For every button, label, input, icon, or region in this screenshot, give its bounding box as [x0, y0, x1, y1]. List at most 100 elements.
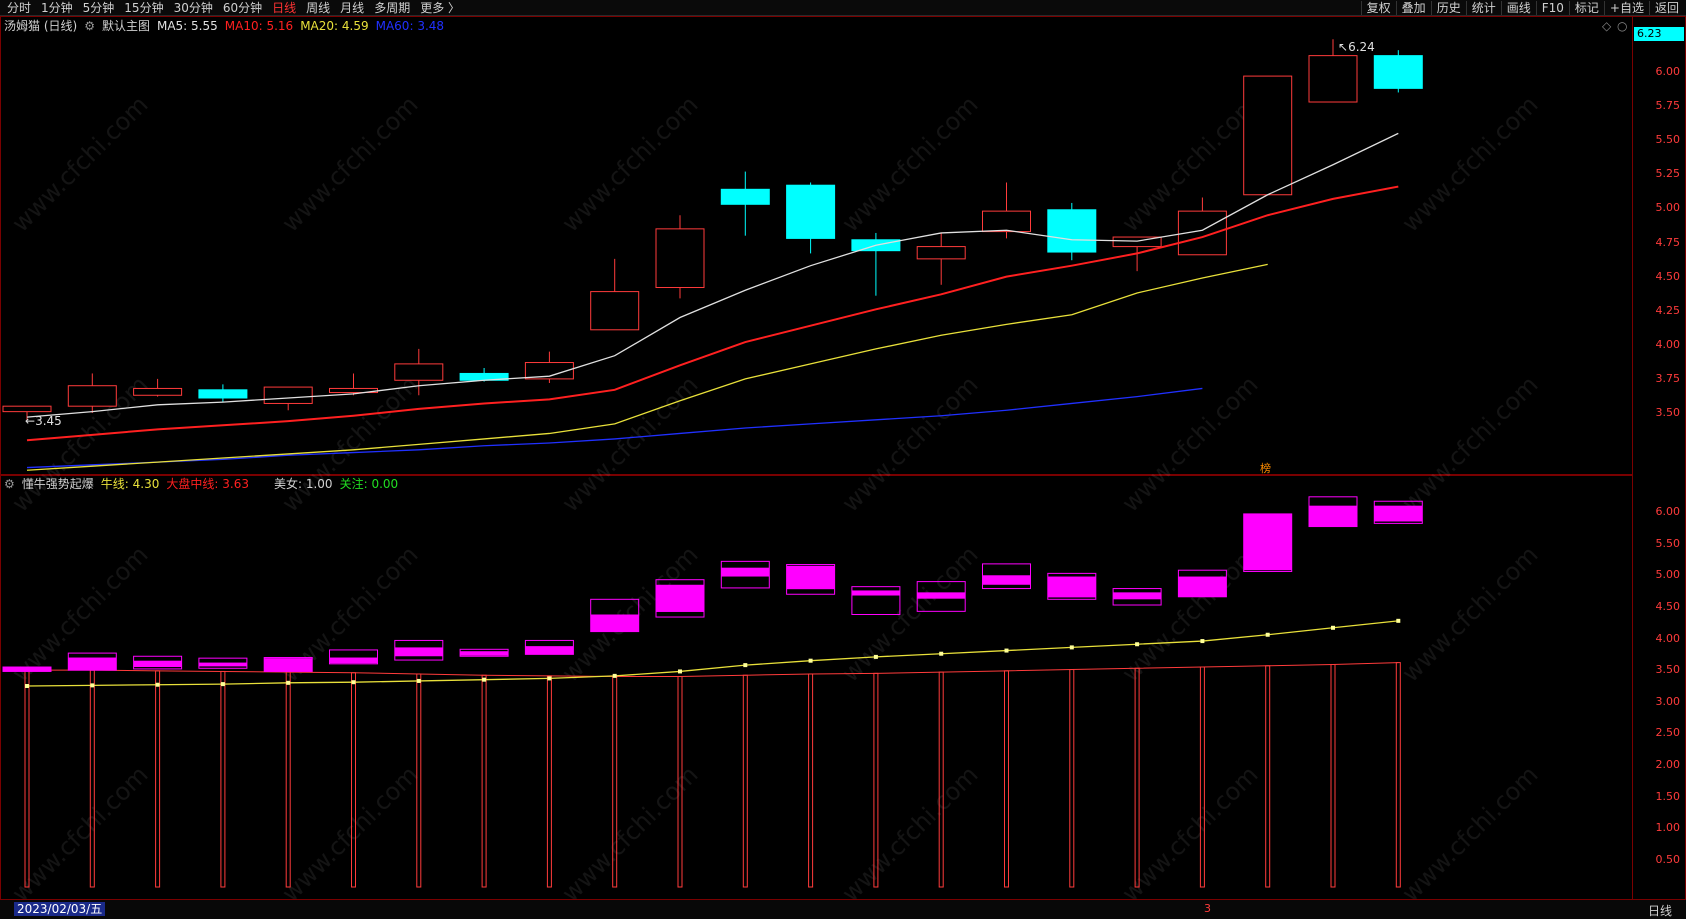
- indicator-y-tick: 0.50: [1655, 853, 1681, 866]
- indicator-red-bar: [1395, 662, 1401, 888]
- main-y-tick: 5.00: [1655, 201, 1681, 215]
- indicator-red-bar: [873, 672, 879, 888]
- niu-dot: [678, 669, 682, 674]
- time-axis-bar: 2023/02/03/五 3 日线: [0, 899, 1686, 919]
- indicator-red-bar: [24, 669, 30, 888]
- indicator-y-tick: 1.50: [1655, 789, 1681, 803]
- indicator-red-bar: [416, 673, 422, 888]
- indicator-red-bar: [1330, 663, 1336, 888]
- candle-body: [590, 291, 640, 331]
- candle-body: [133, 387, 183, 396]
- indicator-red-bar: [89, 669, 95, 888]
- ma20-line: [26, 263, 1268, 471]
- main-y-tick: 3.75: [1655, 371, 1681, 385]
- indicator-y-tick: 5.00: [1655, 568, 1681, 582]
- main-y-tick: 4.50: [1655, 269, 1681, 283]
- niu-dot: [286, 680, 291, 685]
- indicator-y-tick: 1.00: [1655, 821, 1681, 835]
- indicator-y-tick: 3.50: [1655, 663, 1681, 677]
- candle-body: [1243, 75, 1293, 196]
- main-y-tick: 5.25: [1655, 167, 1681, 181]
- indicator-box-fill: [1113, 592, 1162, 600]
- indicator-red-bar: [546, 675, 552, 888]
- main-y-tick: 5.50: [1655, 133, 1681, 147]
- indicator-red-bar: [1199, 666, 1205, 888]
- main-y-tick: 4.75: [1655, 235, 1681, 249]
- month-marker: 3: [1204, 902, 1211, 915]
- indicator-red-bar: [808, 673, 814, 888]
- indicator-y-tick: 2.00: [1655, 758, 1681, 772]
- high-marker-value: 6.24: [1348, 40, 1375, 54]
- indicator-red-bar: [1134, 667, 1140, 888]
- indicator-red-bar: [155, 670, 161, 888]
- niu-dot: [1265, 632, 1270, 637]
- back-button[interactable]: 返回: [1648, 0, 1684, 15]
- indicator-red-bar: [481, 674, 487, 888]
- niu-dot: [155, 682, 160, 687]
- indicator-box-fill: [264, 658, 313, 672]
- candle-body: [982, 210, 1031, 233]
- indicator-box-fill: [656, 584, 704, 612]
- niu-dot: [416, 678, 421, 683]
- low-marker: ←3.45: [25, 414, 62, 428]
- indicator-y-tick: 4.00: [1655, 631, 1681, 645]
- indicator-box-fill: [1243, 513, 1292, 571]
- bang-marker[interactable]: 榜: [1260, 460, 1271, 476]
- niu-dot: [351, 680, 356, 685]
- niu-dot: [1331, 625, 1335, 630]
- indicator-box-fill: [721, 567, 770, 577]
- ma5-line: [26, 132, 1399, 418]
- candle-body: [1047, 209, 1097, 253]
- niu-dot: [743, 663, 748, 668]
- candle-body: [67, 385, 117, 407]
- indicator-box-fill: [460, 651, 509, 656]
- indicator-box-fill: [917, 592, 966, 599]
- candle-body: [263, 386, 313, 404]
- indicator-box-fill: [1047, 576, 1096, 598]
- candle-body: [198, 389, 248, 399]
- niu-dot: [220, 682, 225, 687]
- indicator-red-bar: [677, 676, 683, 888]
- current-price-tag: 6.23: [1634, 27, 1684, 41]
- cursor-date: 2023/02/03/五: [14, 902, 106, 916]
- indicator-red-bar: [742, 674, 748, 888]
- indicator-box-fill: [1309, 505, 1357, 527]
- niu-dot: [1396, 618, 1401, 623]
- indicator-y-tick: 2.50: [1655, 726, 1681, 740]
- ma60-line: [26, 387, 1203, 469]
- niu-dot: [808, 658, 813, 663]
- low-marker-value: 3.45: [35, 414, 62, 428]
- indicator-red-bar: [938, 671, 944, 888]
- indicator-red-bar: [1004, 670, 1009, 888]
- indicator-red-bar: [1069, 669, 1075, 888]
- indicator-red-bar: [612, 676, 618, 888]
- niu-dot: [1004, 648, 1009, 653]
- niu-dot: [547, 676, 552, 681]
- niu-dot: [25, 684, 29, 688]
- kline-chart[interactable]: [0, 0, 1632, 899]
- niu-dot: [482, 677, 487, 682]
- main-y-tick: 4.00: [1655, 337, 1681, 351]
- indicator-red-bar: [1265, 665, 1271, 888]
- main-y-tick: 5.75: [1655, 99, 1681, 113]
- indicator-box-fill: [590, 614, 639, 632]
- indicator-box-fill: [525, 646, 574, 655]
- candle-body: [916, 246, 966, 260]
- indicator-y-tick: 6.00: [1655, 505, 1681, 518]
- candle-body: [1308, 55, 1358, 103]
- indicator-y-tick: 4.50: [1655, 599, 1681, 613]
- indicator-y-tick: 5.50: [1655, 536, 1681, 550]
- period-label[interactable]: 日线: [1648, 902, 1672, 919]
- indicator-box-fill: [1374, 505, 1423, 522]
- niu-dot: [90, 683, 95, 688]
- indicator-red-bar: [220, 670, 226, 888]
- indicator-box-fill: [68, 657, 117, 671]
- indicator-box-fill: [329, 657, 378, 664]
- niu-dot: [1069, 645, 1074, 650]
- indicator-box-fill: [786, 565, 835, 590]
- niu-dot: [939, 651, 944, 656]
- main-y-tick: 6.00: [1655, 65, 1681, 78]
- candle-body: [2, 405, 52, 413]
- niu-dot: [612, 673, 617, 678]
- main-y-tick: 4.25: [1655, 303, 1681, 317]
